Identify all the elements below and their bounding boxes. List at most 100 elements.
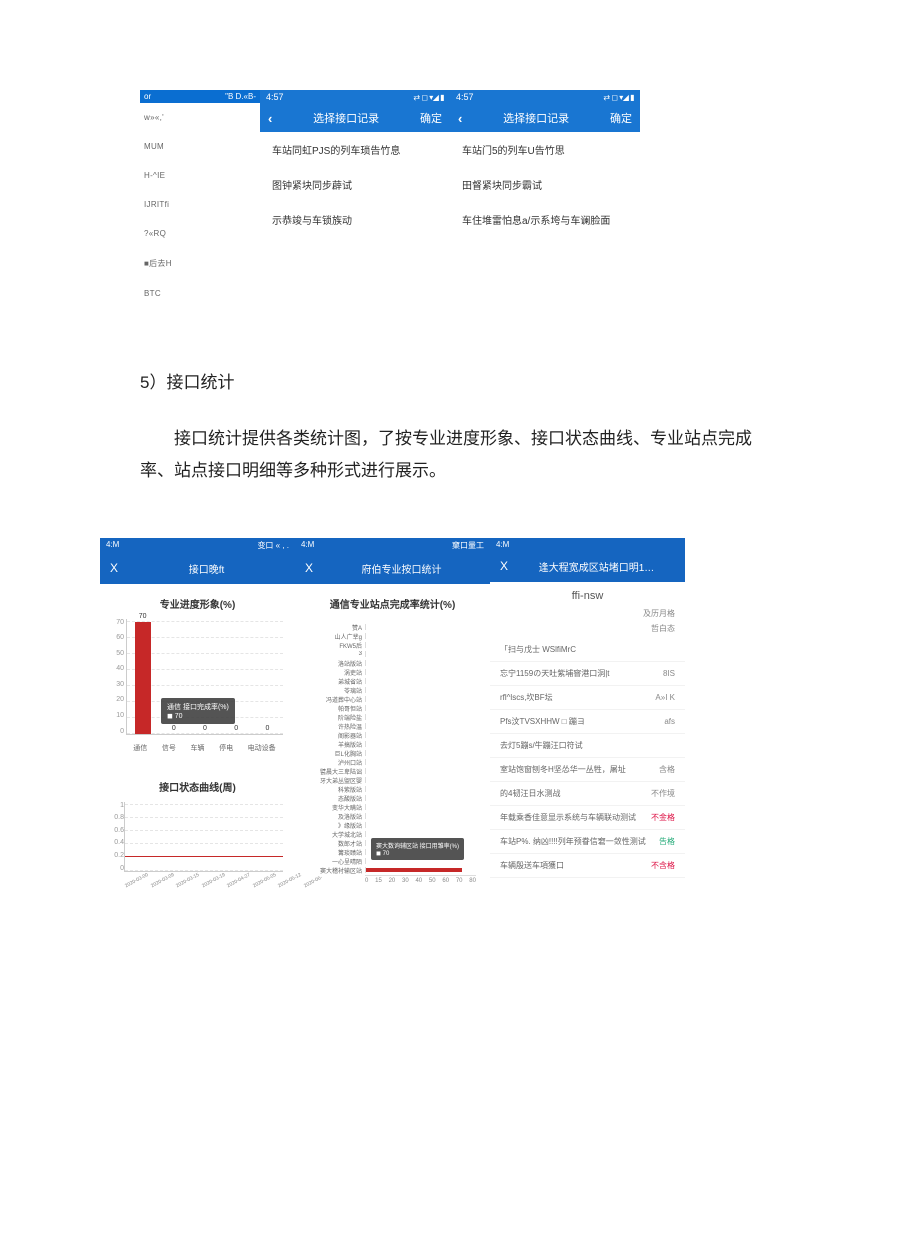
x-category: 通信	[133, 743, 147, 753]
chart-tooltip: 窦大数询辅区站 接口用雏率(%)◼ 70	[371, 838, 464, 860]
detail-label: 车辆殷送车項獲口	[500, 860, 651, 871]
hbar-label: 赞A	[309, 623, 365, 632]
hbar-row: 泸州口站	[309, 758, 476, 767]
detail-label: 的4韧汪日水测战	[500, 788, 651, 799]
detail-row[interactable]: 忘宁1159の天吐紫埔窨港口洞|t8IS	[490, 662, 685, 686]
x-date: 2020-03-00	[124, 872, 149, 889]
detail-tags: 哲白态	[490, 623, 685, 638]
phone1-item[interactable]: MUM	[140, 132, 260, 161]
phone-top-2: 4:57 ⇄ ◻ ▾◢ ▮ ‹ 选择接口记录 确定 车站同虹PJS的列车琐告竹息…	[260, 90, 450, 308]
hbar-label: 涡吏站	[309, 668, 365, 677]
x-category: 电动设备	[248, 743, 276, 753]
list-item[interactable]: 图钟紧块同步薜试	[260, 167, 450, 202]
back-icon[interactable]: ‹	[268, 111, 272, 126]
close-icon[interactable]: X	[110, 561, 118, 575]
list-item[interactable]: 示恭竣与车锁族动	[260, 202, 450, 237]
phone1-item[interactable]: BTC	[140, 279, 260, 308]
list-item[interactable]: 车站门5的列车U告竹思	[450, 132, 640, 167]
hbar-label: 及洛版站	[309, 812, 365, 821]
chart-progress: 专业进度形象(%) 706050403020100 700000通信 接口完成率…	[100, 584, 295, 767]
detail-header: ffi-nsw	[490, 582, 685, 608]
detail-row[interactable]: 车站P%. 纳凶!!!!列年预眷信窘一敛性测试告格	[490, 830, 685, 854]
detail-value: 含格	[659, 764, 675, 775]
status-time: 4:M	[496, 540, 509, 549]
title-bar: X 府伯专业按口统计	[295, 553, 490, 584]
detail-value: 8IS	[663, 669, 675, 678]
detail-row[interactable]: 「扫与戊士 WSlfiMrC	[490, 638, 685, 662]
title-bar: X 接口晚ft	[100, 553, 295, 584]
phone-top-1: or "B D.«B- w»«,' MUM H-^IE IJRITfi ?«RQ…	[140, 90, 260, 308]
x-date: 2020-04-27	[226, 872, 251, 889]
detail-value: 告格	[659, 836, 675, 847]
hbar-row: 冯道葬中心站	[309, 695, 476, 704]
confirm-button[interactable]: 确定	[420, 110, 442, 126]
phone1-item[interactable]: w»«,'	[140, 103, 260, 132]
detail-label: 车站P%. 纳凶!!!!列年预眷信窘一敛性测试	[500, 836, 659, 847]
close-icon[interactable]: X	[500, 559, 508, 573]
hbar-row: 苓璃站	[309, 686, 476, 695]
detail-value: A»I K	[655, 693, 675, 702]
hbar-row: 赞A	[309, 623, 476, 632]
hbar-row: 窦大稽衬输区站	[309, 866, 476, 875]
hbar-label: 变华大瞒站	[309, 803, 365, 812]
status-bar: 4:57 ⇄ ◻ ▾◢ ▮	[450, 90, 640, 104]
section-heading: 5）接口统计	[140, 368, 780, 393]
detail-value: 不作境	[651, 788, 675, 799]
status-right: 变口 « , .	[257, 540, 289, 551]
phone1-header: or "B D.«B-	[140, 90, 260, 103]
status-time: 4:M	[106, 540, 119, 551]
detail-tags: 及历月格	[490, 608, 685, 623]
hbar-row: 羊搞版站	[309, 740, 476, 749]
hbar-label: 数郎才站	[309, 839, 365, 848]
phone1-item[interactable]: ■后去H	[140, 248, 260, 279]
x-category: 信号	[162, 743, 176, 753]
hbar-row: 洛站版站	[309, 659, 476, 668]
close-icon[interactable]: X	[305, 561, 313, 575]
hbar-label: 牙大弟丛盥区婴	[309, 776, 365, 785]
hbar-row: 及洛版站	[309, 812, 476, 821]
hbar-row: 》缘版站	[309, 821, 476, 830]
list-item[interactable]: 车住堆雷怕息a/示系垮与车谰脸面	[450, 202, 640, 237]
hbar-label: 大学城北站	[309, 830, 365, 839]
detail-row[interactable]: 室站饱窗刨冬H坚怂华一丛牲，屠址含格	[490, 758, 685, 782]
hbar-row: 弟城省站	[309, 677, 476, 686]
detail-row[interactable]: 去灯5蹦s/牛蹦汪口符试	[490, 734, 685, 758]
phone1-hdr-right: "B D.«B-	[225, 92, 256, 101]
detail-value: 不金格	[651, 812, 675, 823]
phone1-item[interactable]: H-^IE	[140, 161, 260, 190]
phone1-item[interactable]: ?«RQ	[140, 219, 260, 248]
status-right: 窠口量工	[452, 540, 484, 551]
detail-label: 室站饱窗刨冬H坚怂华一丛牲，屠址	[500, 764, 659, 775]
hbar-row: 阁影器站	[309, 731, 476, 740]
detail-row[interactable]: Pfs汶TVSXHHW □ 蹦ヨafs	[490, 710, 685, 734]
status-bar: 4:M 变口 « , .	[100, 538, 295, 553]
status-bar: 4:M	[490, 538, 685, 551]
phone1-item[interactable]: IJRITfi	[140, 190, 260, 219]
hbar-row: 科紫版站	[309, 785, 476, 794]
hbar-row: 阶端险盐	[309, 713, 476, 722]
chart-title: 通信专业站点完成率统计(%)	[303, 596, 482, 611]
detail-row[interactable]: 的4韧汪日水测战不作境	[490, 782, 685, 806]
x-category: 停电	[219, 743, 233, 753]
back-icon[interactable]: ‹	[458, 111, 462, 126]
detail-row[interactable]: 车辆殷送车項獲口不含格	[490, 854, 685, 878]
list-item[interactable]: 田督紧块同步霸试	[450, 167, 640, 202]
confirm-button[interactable]: 确定	[610, 110, 632, 126]
detail-tag[interactable]: 哲白态	[651, 623, 675, 634]
hbar-label: 帕哥怛站	[309, 704, 365, 713]
detail-sub: ffi-nsw	[500, 590, 675, 602]
list-item[interactable]: 车站同虹PJS的列车琐告竹息	[260, 132, 450, 167]
detail-row[interactable]: 年载乘香佳意显示系统与车辆联动测试不金格	[490, 806, 685, 830]
hbar-label: FKW5后	[309, 641, 365, 650]
status-time: 4:57	[266, 92, 284, 102]
status-bar: 4:M 窠口量工	[295, 538, 490, 553]
chart-completion-rate: 通信专业站点完成率统计(%) 赞A山人广丵gFKW5后3洛站版站涡吏站弟城省站苓…	[295, 584, 490, 896]
hbar-row: 态酸版站	[309, 794, 476, 803]
status-time: 4:M	[301, 540, 314, 551]
detail-row[interactable]: rfl^lscs,坎BF坛A»I K	[490, 686, 685, 710]
detail-tag[interactable]: 及历月格	[643, 608, 675, 619]
status-time: 4:57	[456, 92, 474, 102]
detail-value: afs	[664, 717, 675, 726]
phone-bottom-3: 4:M X 逢大程宽成区站堵口明1… ffi-nsw 及历月格 哲白态 「扫与戊…	[490, 538, 685, 900]
hbar-row: 巨L化胸站	[309, 749, 476, 758]
